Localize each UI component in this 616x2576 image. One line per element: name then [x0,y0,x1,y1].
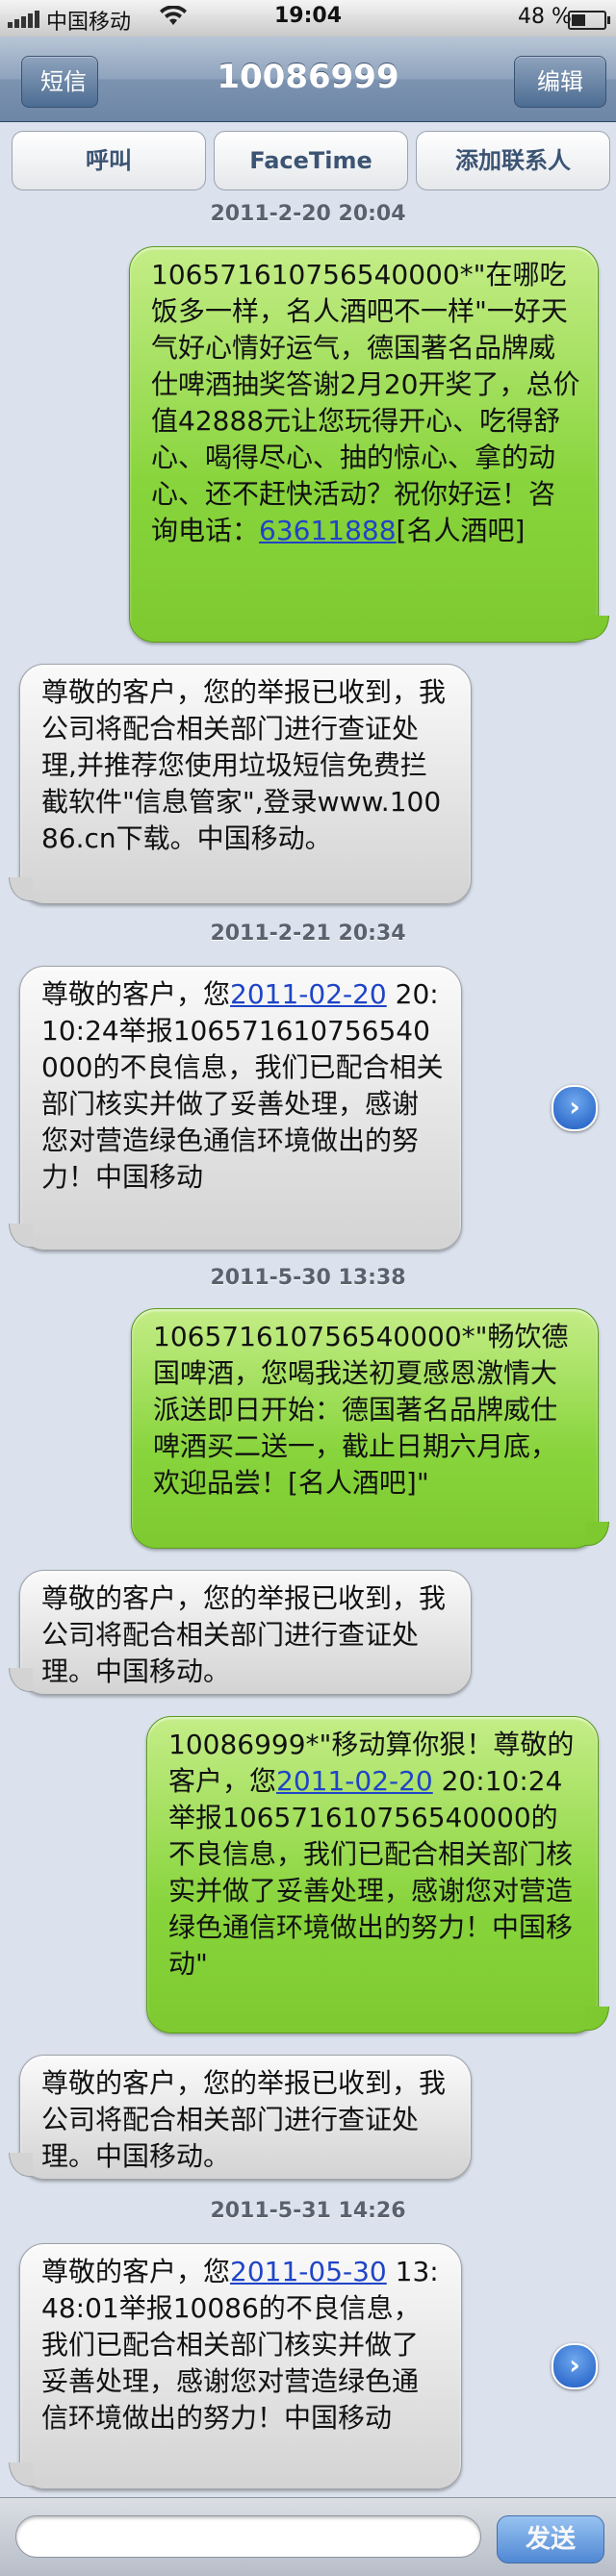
message-input[interactable] [15,2515,481,2558]
contact-actions: 呼叫 FaceTime 添加联系人 [0,131,616,190]
navigation-bar: 短信 10086999 编辑 [0,37,616,122]
date-link[interactable]: 2011-02-20 [276,1765,433,1797]
message-text: 尊敬的客户，您 [41,2256,231,2287]
message-bubble-received[interactable]: 尊敬的客户，您2011-05-30 13:48:01举报10086的不良信息，我… [9,2243,462,2489]
message-bubble-sent[interactable]: 10657161075654000​0*"在哪吃饭多一样，名人酒吧不一样"一好天… [129,246,609,643]
message-bubble-received[interactable]: 尊敬的客户，您的举报已收到，我公司将配合相关部门进行查证处理,并推荐您使用垃圾短… [9,664,472,904]
message-text: 20:10:24举报106571610756540000的不良信息，我们已配合相… [41,978,444,1193]
message-text: 20:10:24举报106571610756540000的不良信息，我们已配合相… [168,1765,574,1980]
battery-icon [568,11,610,30]
message-bubble-received[interactable]: 尊敬的客户，您的举报已收到，我公司将配合相关部门进行查证处理。中国移动。 [9,2055,472,2180]
status-bar: 中国移动 19:04 48 % [0,0,616,38]
edit-button[interactable]: 编辑 [514,56,606,108]
message-text: 尊敬的客户，您的举报已收到，我公司将配合相关部门进行查证处理,并推荐您使用垃圾短… [41,676,447,854]
message-bubble-received[interactable]: 尊敬的客户，您2011-02-20 20:10:24举报106571610756… [9,966,462,1250]
message-text: 尊敬的客户，您的举报已收到，我公司将配合相关部门进行查证处理。中国移动。 [41,2067,447,2172]
composer-bar: 发送 [0,2497,616,2576]
message-bubble-sent[interactable]: 106571610756540000*"畅饮德国啤酒，您喝我送初夏感恩激情大派送… [131,1308,609,1549]
send-button[interactable]: 发送 [497,2515,604,2563]
chevron-right-icon[interactable]: › [552,1085,598,1131]
message-text: 尊敬的客户，您 [41,978,231,1010]
add-contact-button[interactable]: 添加联系人 [416,131,610,190]
timestamp: 2011-5-31 14:26 [210,2199,406,2223]
date-link[interactable]: 2011-05-30 [230,2256,387,2287]
call-button[interactable]: 呼叫 [12,131,206,190]
timestamp: 2011-2-20 20:04 [210,202,406,226]
chevron-right-icon[interactable]: › [552,2343,598,2389]
phone-link[interactable]: 63611888 [259,515,397,546]
message-text: [名人酒吧] [396,515,526,546]
facetime-button[interactable]: FaceTime [214,131,408,190]
message-text: 尊敬的客户，您的举报已收到，我公司将配合相关部门进行查证处理。中国移动。 [41,1582,447,1687]
message-bubble-sent[interactable]: 10086999*"移动算你狠！尊敬的客户，您2011-02-20 20:10:… [146,1716,609,2033]
message-text: 10657161075654000​0*"在哪吃饭多一样，名人酒吧不一样"一好天… [151,259,580,546]
message-text: 106571610756540000*"畅饮德国啤酒，您喝我送初夏感恩激情大派送… [153,1321,569,1499]
date-link[interactable]: 2011-02-20 [230,978,387,1010]
timestamp: 2011-5-30 13:38 [210,1266,406,1290]
timestamp: 2011-2-21 20:34 [210,922,406,946]
message-bubble-received[interactable]: 尊敬的客户，您的举报已收到，我公司将配合相关部门进行查证处理。中国移动。 [9,1570,472,1695]
battery-percent: 48 % [518,5,572,29]
